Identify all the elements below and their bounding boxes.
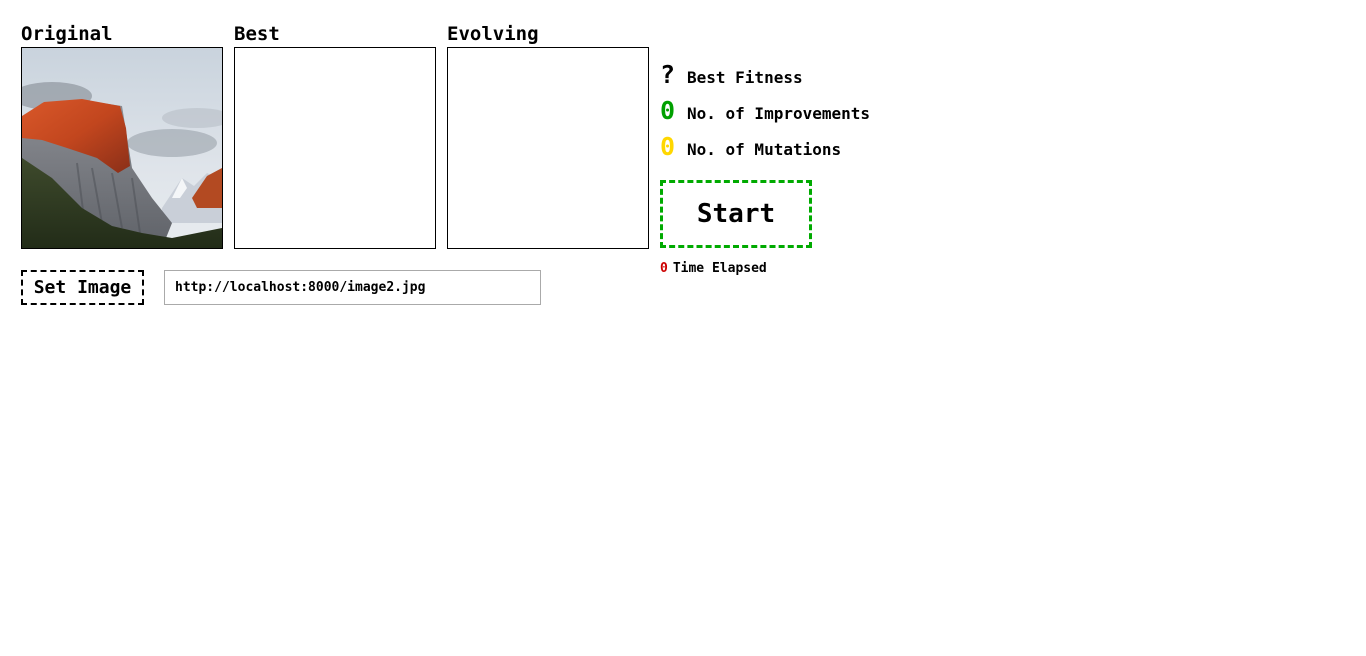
time-elapsed: 0 Time Elapsed (660, 261, 767, 276)
evolving-label: Evolving (447, 23, 539, 45)
best-fitness-label: Best Fitness (687, 68, 803, 87)
time-elapsed-value: 0 (660, 261, 668, 276)
start-button[interactable]: Start (660, 180, 812, 248)
image-url-input[interactable] (164, 270, 541, 305)
best-canvas (234, 47, 436, 249)
original-canvas (21, 47, 223, 249)
mutations-value: 0 (660, 132, 676, 161)
improvements-stat: 0 No. of Improvements (660, 96, 870, 125)
mutations-stat: 0 No. of Mutations (660, 132, 841, 161)
time-elapsed-label: Time Elapsed (672, 261, 767, 276)
best-fitness-stat: ? Best Fitness (660, 60, 803, 89)
best-fitness-value: ? (660, 60, 676, 89)
evolving-canvas (447, 47, 649, 249)
original-label: Original (21, 23, 113, 45)
mutations-label: No. of Mutations (687, 140, 842, 159)
improvements-value: 0 (660, 96, 676, 125)
set-image-button[interactable]: Set Image (21, 270, 144, 305)
best-label: Best (234, 23, 280, 45)
original-landscape-image (22, 48, 222, 248)
improvements-label: No. of Improvements (687, 104, 871, 123)
